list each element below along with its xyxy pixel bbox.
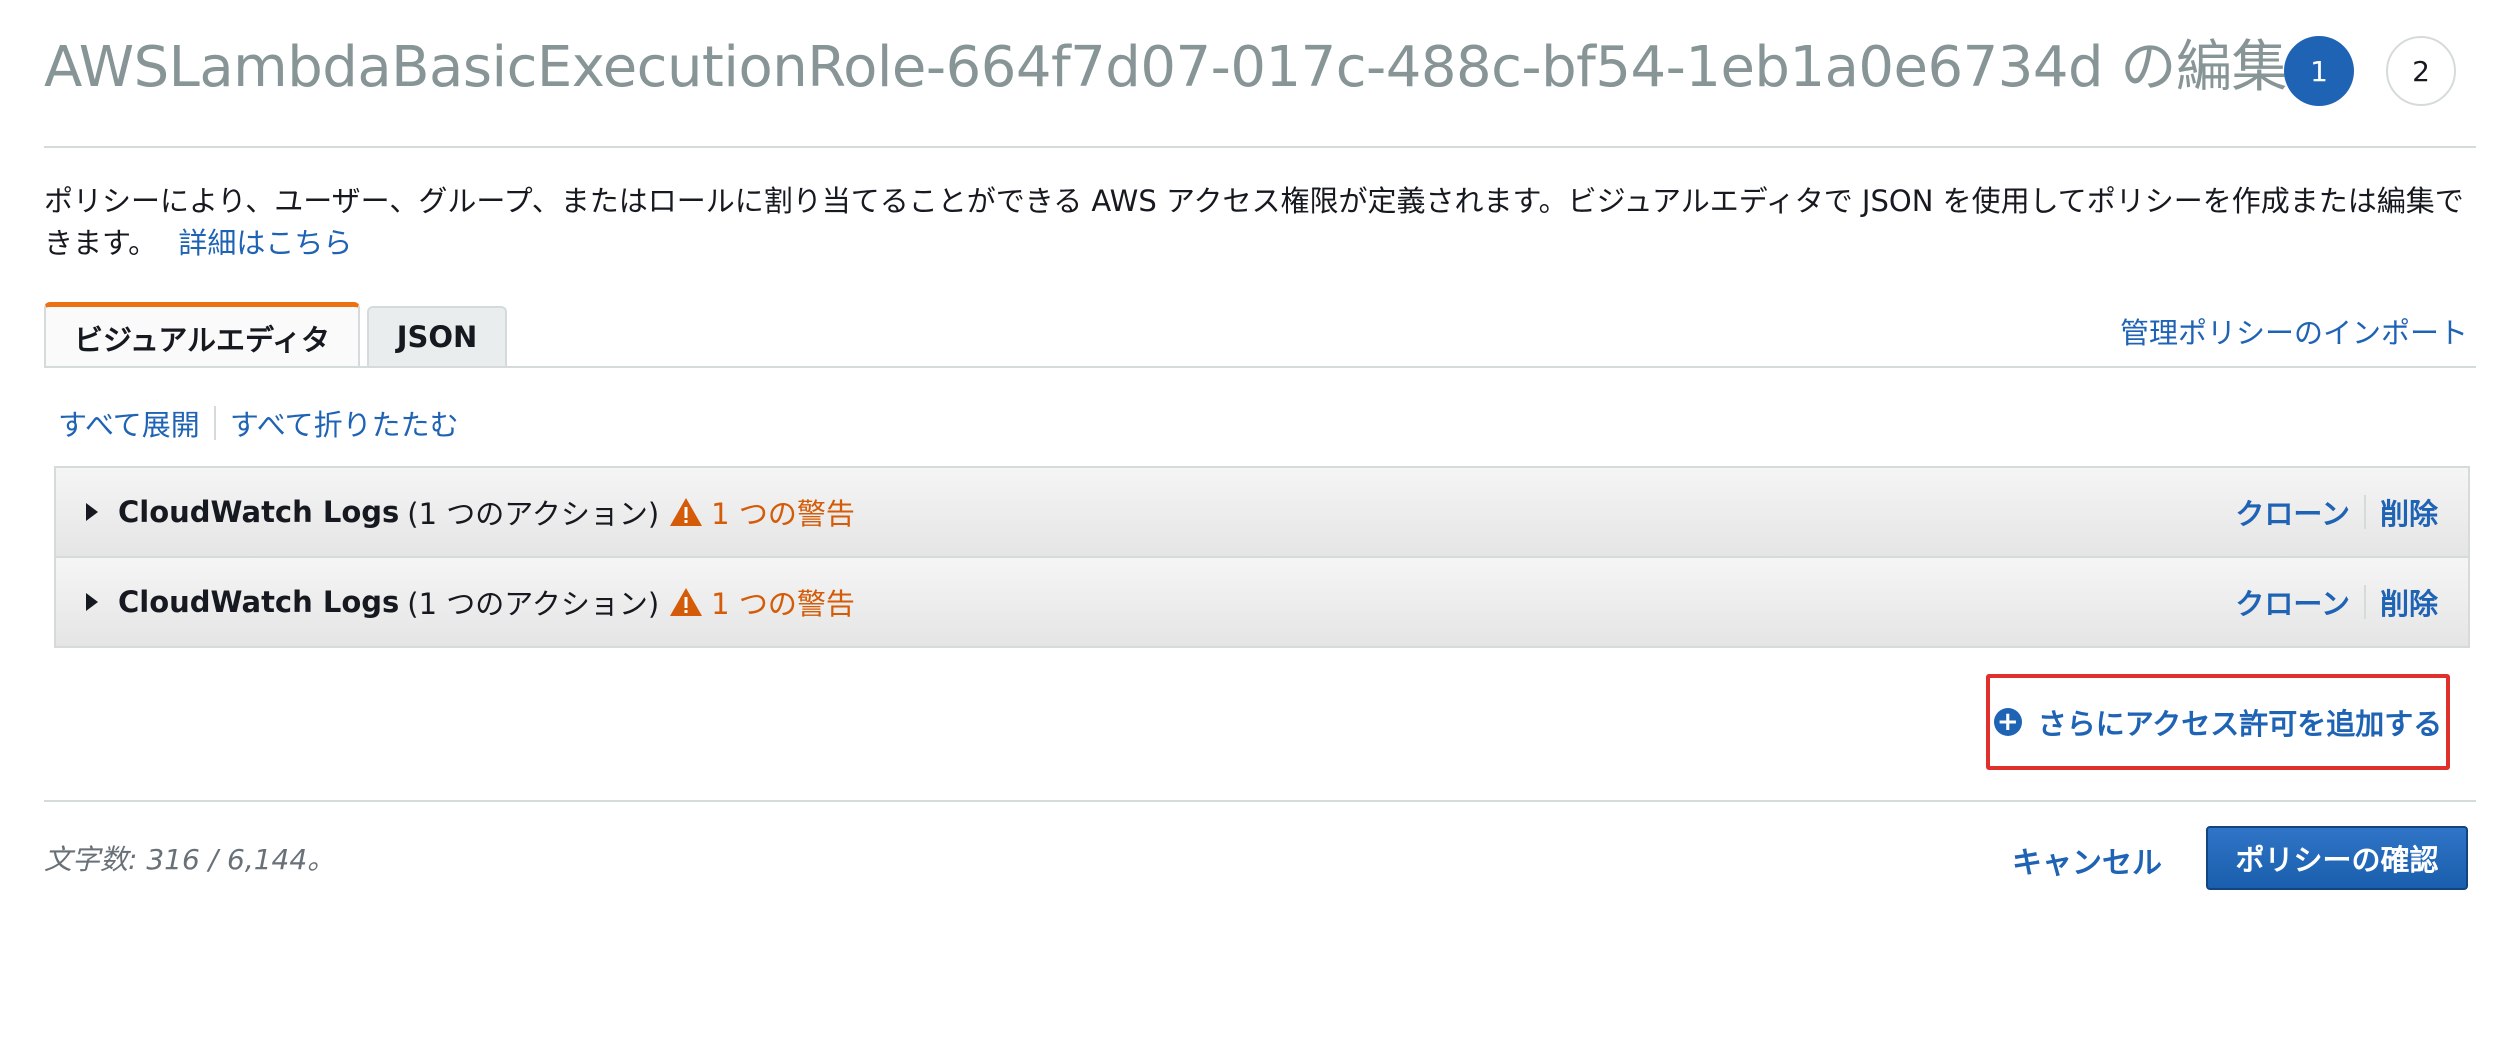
delete-button[interactable]: 削除: [2380, 581, 2438, 623]
clone-button[interactable]: クローン: [2235, 491, 2350, 533]
add-permissions-button[interactable]: + さらにアクセス許可を追加する: [1993, 701, 2443, 743]
description-text: ポリシーにより、ユーザー、グループ、またはロールに割り当てることができる AWS…: [44, 184, 2464, 260]
edit-policy-page: AWSLambdaBasicExecutionRole-664f7d07-017…: [0, 0, 2520, 1056]
learn-more-link[interactable]: 詳細はこちら: [178, 226, 352, 260]
statement-actions: クローン 削除: [2235, 491, 2438, 533]
import-managed-policy-link[interactable]: 管理ポリシーのインポート: [2120, 310, 2468, 352]
warning-triangle-icon: [670, 588, 703, 616]
add-permissions-highlight: + さらにアクセス許可を追加する: [1986, 674, 2450, 770]
link-separator: [213, 406, 216, 440]
tab-divider: [44, 366, 2476, 368]
action-separator: [2363, 495, 2366, 529]
step-1-indicator: 1: [2284, 36, 2354, 106]
step-2-indicator: 2: [2386, 36, 2456, 106]
delete-button[interactable]: 削除: [2380, 491, 2438, 533]
review-policy-button[interactable]: ポリシーの確認: [2206, 826, 2468, 890]
footer-divider: [44, 800, 2476, 802]
expand-all-link[interactable]: すべて展開: [58, 402, 200, 444]
permission-statements: CloudWatch Logs (1 つのアクション) 1 つの警告 クローン …: [54, 466, 2470, 648]
expand-collapse-controls: すべて展開 すべて折りたたむ: [58, 402, 459, 444]
tab-json[interactable]: JSON: [367, 306, 507, 366]
statement-row[interactable]: CloudWatch Logs (1 つのアクション) 1 つの警告 クローン …: [56, 468, 2468, 556]
statement-action-count: (1 つのアクション): [407, 497, 660, 531]
statement-actions: クローン 削除: [2235, 581, 2438, 623]
header-divider: [44, 146, 2476, 148]
policy-description: ポリシーにより、ユーザー、グループ、またはロールに割り当てることができる AWS…: [44, 180, 2474, 264]
collapse-all-link[interactable]: すべて折りたたむ: [230, 402, 459, 444]
statement-warning-count[interactable]: 1 つの警告: [711, 491, 855, 533]
action-separator: [2363, 585, 2366, 619]
warning-triangle-icon: [670, 498, 703, 526]
add-permissions-label: さらにアクセス許可を追加する: [2037, 707, 2443, 741]
statement-row[interactable]: CloudWatch Logs (1 つのアクション) 1 つの警告 クローン …: [56, 556, 2468, 646]
statement-warning-count[interactable]: 1 つの警告: [711, 581, 855, 623]
statement-service: CloudWatch Logs: [118, 495, 400, 529]
tab-visual-editor[interactable]: ビジュアルエディタ: [44, 302, 360, 368]
caret-right-icon[interactable]: [86, 593, 98, 611]
clone-button[interactable]: クローン: [2235, 581, 2350, 623]
character-count: 文字数: 316 / 6,144。: [44, 843, 336, 876]
statement-service: CloudWatch Logs: [118, 585, 400, 619]
plus-circle-icon: +: [1993, 708, 2022, 736]
caret-right-icon[interactable]: [86, 503, 98, 521]
cancel-button[interactable]: キャンセル: [2012, 838, 2162, 882]
statement-action-count: (1 つのアクション): [407, 587, 660, 621]
page-title: AWSLambdaBasicExecutionRole-664f7d07-017…: [44, 35, 2287, 100]
